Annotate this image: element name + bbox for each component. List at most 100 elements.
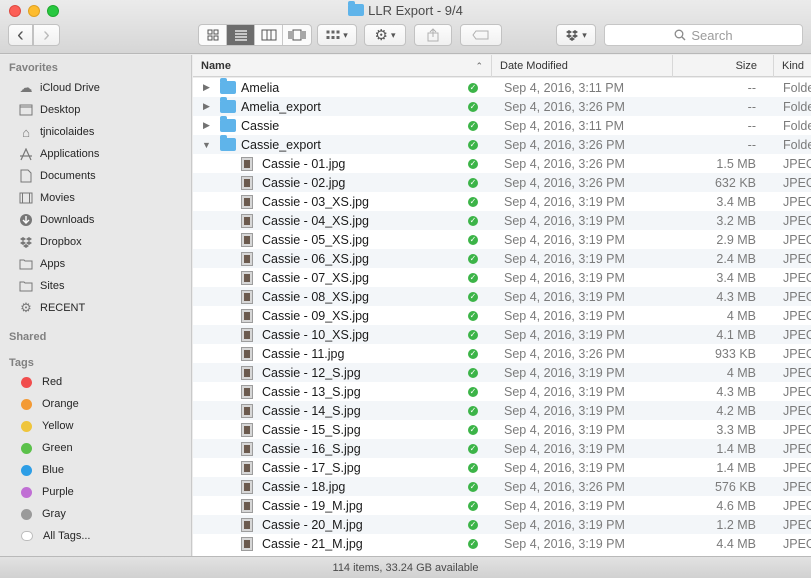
sidebar-item-apps[interactable]: Apps [17, 254, 65, 274]
sidebar-tag-red[interactable]: Red [17, 372, 62, 392]
file-name: Cassie - 09_XS.jpg [262, 308, 370, 323]
search-field[interactable]: Search [604, 24, 803, 46]
jpeg-thumbnail-icon [241, 498, 253, 513]
synced-checkmark-icon: ✓ [468, 462, 478, 473]
file-row[interactable]: Cassie - 02.jpg ✓ Sep 4, 2016, 3:26 PM 632 … [193, 173, 811, 192]
folder-row[interactable]: ▶ Amelia_export ✓ Sep 4, 2016, 3:26 PM -- Fol… [193, 97, 811, 116]
sidebar-item-desktop[interactable]: Desktop [17, 100, 80, 120]
file-row[interactable]: Cassie - 21_M.jpg ✓ Sep 4, 2016, 3:19 PM 4.… [193, 534, 811, 553]
folder-row[interactable]: ▶ Cassie ✓ Sep 4, 2016, 3:11 PM -- Folder [193, 116, 811, 135]
date-modified: Sep 4, 2016, 3:19 PM [504, 441, 625, 456]
disclosure-collapsed-icon[interactable]: ▶ [202, 120, 211, 131]
edit-tags-button[interactable] [460, 24, 502, 46]
date-modified: Sep 4, 2016, 3:26 PM [504, 156, 625, 171]
file-row[interactable]: Cassie - 07_XS.jpg ✓ Sep 4, 2016, 3:19 PM 3… [193, 268, 811, 287]
synced-checkmark-icon: ✓ [468, 215, 478, 226]
sidebar-item-home[interactable]: ⌂ tjnicolaides [17, 122, 94, 142]
file-kind: JPEG image [783, 365, 811, 380]
file-row[interactable]: Cassie - 15_S.jpg ✓ Sep 4, 2016, 3:19 PM 3.… [193, 420, 811, 439]
sidebar-tag-blue[interactable]: Blue [17, 460, 64, 480]
arrange-button[interactable]: ▾ [317, 24, 357, 46]
forward-button[interactable]: › [33, 24, 60, 46]
disclosure-expanded-icon[interactable]: ▼ [202, 140, 211, 150]
sidebar-item-dropbox[interactable]: Dropbox [17, 232, 82, 252]
date-modified: Sep 4, 2016, 3:19 PM [504, 327, 625, 342]
file-row[interactable]: Cassie - 12_S.jpg ✓ Sep 4, 2016, 3:19 PM 4 … [193, 363, 811, 382]
file-row[interactable]: Cassie - 20_M.jpg ✓ Sep 4, 2016, 3:19 PM 1.… [193, 515, 811, 534]
file-size: 1.4 MB [716, 441, 756, 456]
file-row[interactable]: Cassie - 06_XS.jpg ✓ Sep 4, 2016, 3:19 PM 2… [193, 249, 811, 268]
cover-flow-button[interactable] [283, 25, 311, 45]
icon-view-button[interactable] [199, 25, 227, 45]
file-row[interactable]: Cassie - 05_XS.jpg ✓ Sep 4, 2016, 3:19 PM 2… [193, 230, 811, 249]
file-row[interactable]: Cassie - 17_S.jpg ✓ Sep 4, 2016, 3:19 PM 1.… [193, 458, 811, 477]
file-name: Cassie - 21_M.jpg [262, 536, 363, 551]
kind-column-header[interactable]: Kind [774, 55, 811, 77]
sidebar-item-downloads[interactable]: Downloads [17, 210, 94, 230]
file-size: 3.4 MB [716, 270, 756, 285]
disclosure-collapsed-icon[interactable]: ▶ [202, 101, 211, 112]
sidebar-tag-purple[interactable]: Purple [17, 482, 74, 502]
sidebar-tag-orange[interactable]: Orange [17, 394, 79, 414]
file-size: 4.4 MB [716, 536, 756, 551]
file-name: Amelia [241, 80, 280, 95]
date-modified: Sep 4, 2016, 3:26 PM [504, 346, 625, 361]
action-button[interactable]: ⚙ ▾ [364, 24, 406, 46]
file-size: 4.3 MB [716, 384, 756, 399]
size-column-header[interactable]: Size [673, 55, 774, 77]
file-row[interactable]: Cassie - 09_XS.jpg ✓ Sep 4, 2016, 3:19 PM 4… [193, 306, 811, 325]
file-size: 632 KB [714, 175, 756, 190]
sidebar-tag-green[interactable]: Green [17, 438, 73, 458]
jpeg-thumbnail-icon [241, 536, 253, 551]
file-size: 4 MB [726, 308, 756, 323]
synced-checkmark-icon: ✓ [468, 367, 478, 378]
sidebar-item-documents[interactable]: Documents [17, 166, 96, 186]
synced-checkmark-icon: ✓ [468, 272, 478, 283]
file-row[interactable]: Cassie - 16_S.jpg ✓ Sep 4, 2016, 3:19 PM 1.… [193, 439, 811, 458]
share-button[interactable] [414, 24, 452, 46]
sidebar-tag-yellow[interactable]: Yellow [17, 416, 73, 436]
synced-checkmark-icon: ✓ [468, 386, 478, 397]
file-row[interactable]: Cassie - 01.jpg ✓ Sep 4, 2016, 3:26 PM 1.5 … [193, 154, 811, 173]
tags-header: Tags [9, 357, 34, 369]
jpeg-thumbnail-icon [241, 270, 253, 285]
file-row[interactable]: Cassie - 13_S.jpg ✓ Sep 4, 2016, 3:19 PM 4.… [193, 382, 811, 401]
file-row[interactable]: Cassie - 19_M.jpg ✓ Sep 4, 2016, 3:19 PM 4.… [193, 496, 811, 515]
file-row[interactable]: Cassie - 10_XS.jpg ✓ Sep 4, 2016, 3:19 PM 4… [193, 325, 811, 344]
file-size: 4 MB [726, 365, 756, 380]
sidebar-item-movies[interactable]: Movies [17, 188, 75, 208]
synced-checkmark-icon: ✓ [468, 329, 478, 340]
sidebar-item-icloud-drive[interactable]: ☁ iCloud Drive [17, 78, 100, 98]
file-row[interactable]: Cassie - 11.jpg ✓ Sep 4, 2016, 3:26 PM 933 … [193, 344, 811, 363]
synced-checkmark-icon: ✓ [468, 310, 478, 321]
column-view-button[interactable] [255, 25, 283, 45]
green-tag-dot [21, 442, 32, 454]
file-size: 2.9 MB [716, 232, 756, 247]
sidebar-all-tags[interactable]: All Tags... [17, 526, 91, 546]
file-row[interactable]: Cassie - 03_XS.jpg ✓ Sep 4, 2016, 3:19 PM 3… [193, 192, 811, 211]
synced-checkmark-icon: ✓ [468, 500, 478, 511]
dropbox-menu-button[interactable]: ▾ [556, 24, 596, 46]
file-row[interactable]: Cassie - 04_XS.jpg ✓ Sep 4, 2016, 3:19 PM 3… [193, 211, 811, 230]
file-row[interactable]: Cassie - 08_XS.jpg ✓ Sep 4, 2016, 3:19 PM 4… [193, 287, 811, 306]
sidebar-item-applications[interactable]: Applications [17, 144, 99, 164]
disclosure-collapsed-icon[interactable]: ▶ [202, 82, 211, 93]
back-button[interactable]: ‹ [8, 24, 33, 46]
file-kind: Folder [783, 137, 811, 152]
sidebar-item-recent[interactable]: ⚙ RECENT [17, 298, 85, 318]
folder-row[interactable]: ▶ Amelia ✓ Sep 4, 2016, 3:11 PM -- Folder [193, 78, 811, 97]
list-view-button[interactable] [227, 25, 255, 45]
sidebar-item-sites[interactable]: Sites [17, 276, 64, 296]
sort-ascending-icon: ⌃ [475, 60, 483, 71]
file-row[interactable]: Cassie - 14_S.jpg ✓ Sep 4, 2016, 3:19 PM 4.… [193, 401, 811, 420]
sidebar-tag-gray[interactable]: Gray [17, 504, 66, 524]
file-name: Cassie - 18.jpg [262, 479, 346, 494]
folder-row[interactable]: ▼ Cassie_export ✓ Sep 4, 2016, 3:26 PM -- Fol… [193, 135, 811, 154]
date-modified: Sep 4, 2016, 3:19 PM [504, 194, 625, 209]
file-list: ▶ Amelia ✓ Sep 4, 2016, 3:11 PM -- Folder ▶ Ame… [193, 78, 811, 556]
file-kind: JPEG image [783, 270, 811, 285]
file-kind: Folder [783, 118, 811, 133]
name-column-header[interactable]: Name ⌃ [193, 55, 492, 77]
date-column-header[interactable]: Date Modified [492, 55, 673, 77]
file-row[interactable]: Cassie - 18.jpg ✓ Sep 4, 2016, 3:26 PM 576 … [193, 477, 811, 496]
